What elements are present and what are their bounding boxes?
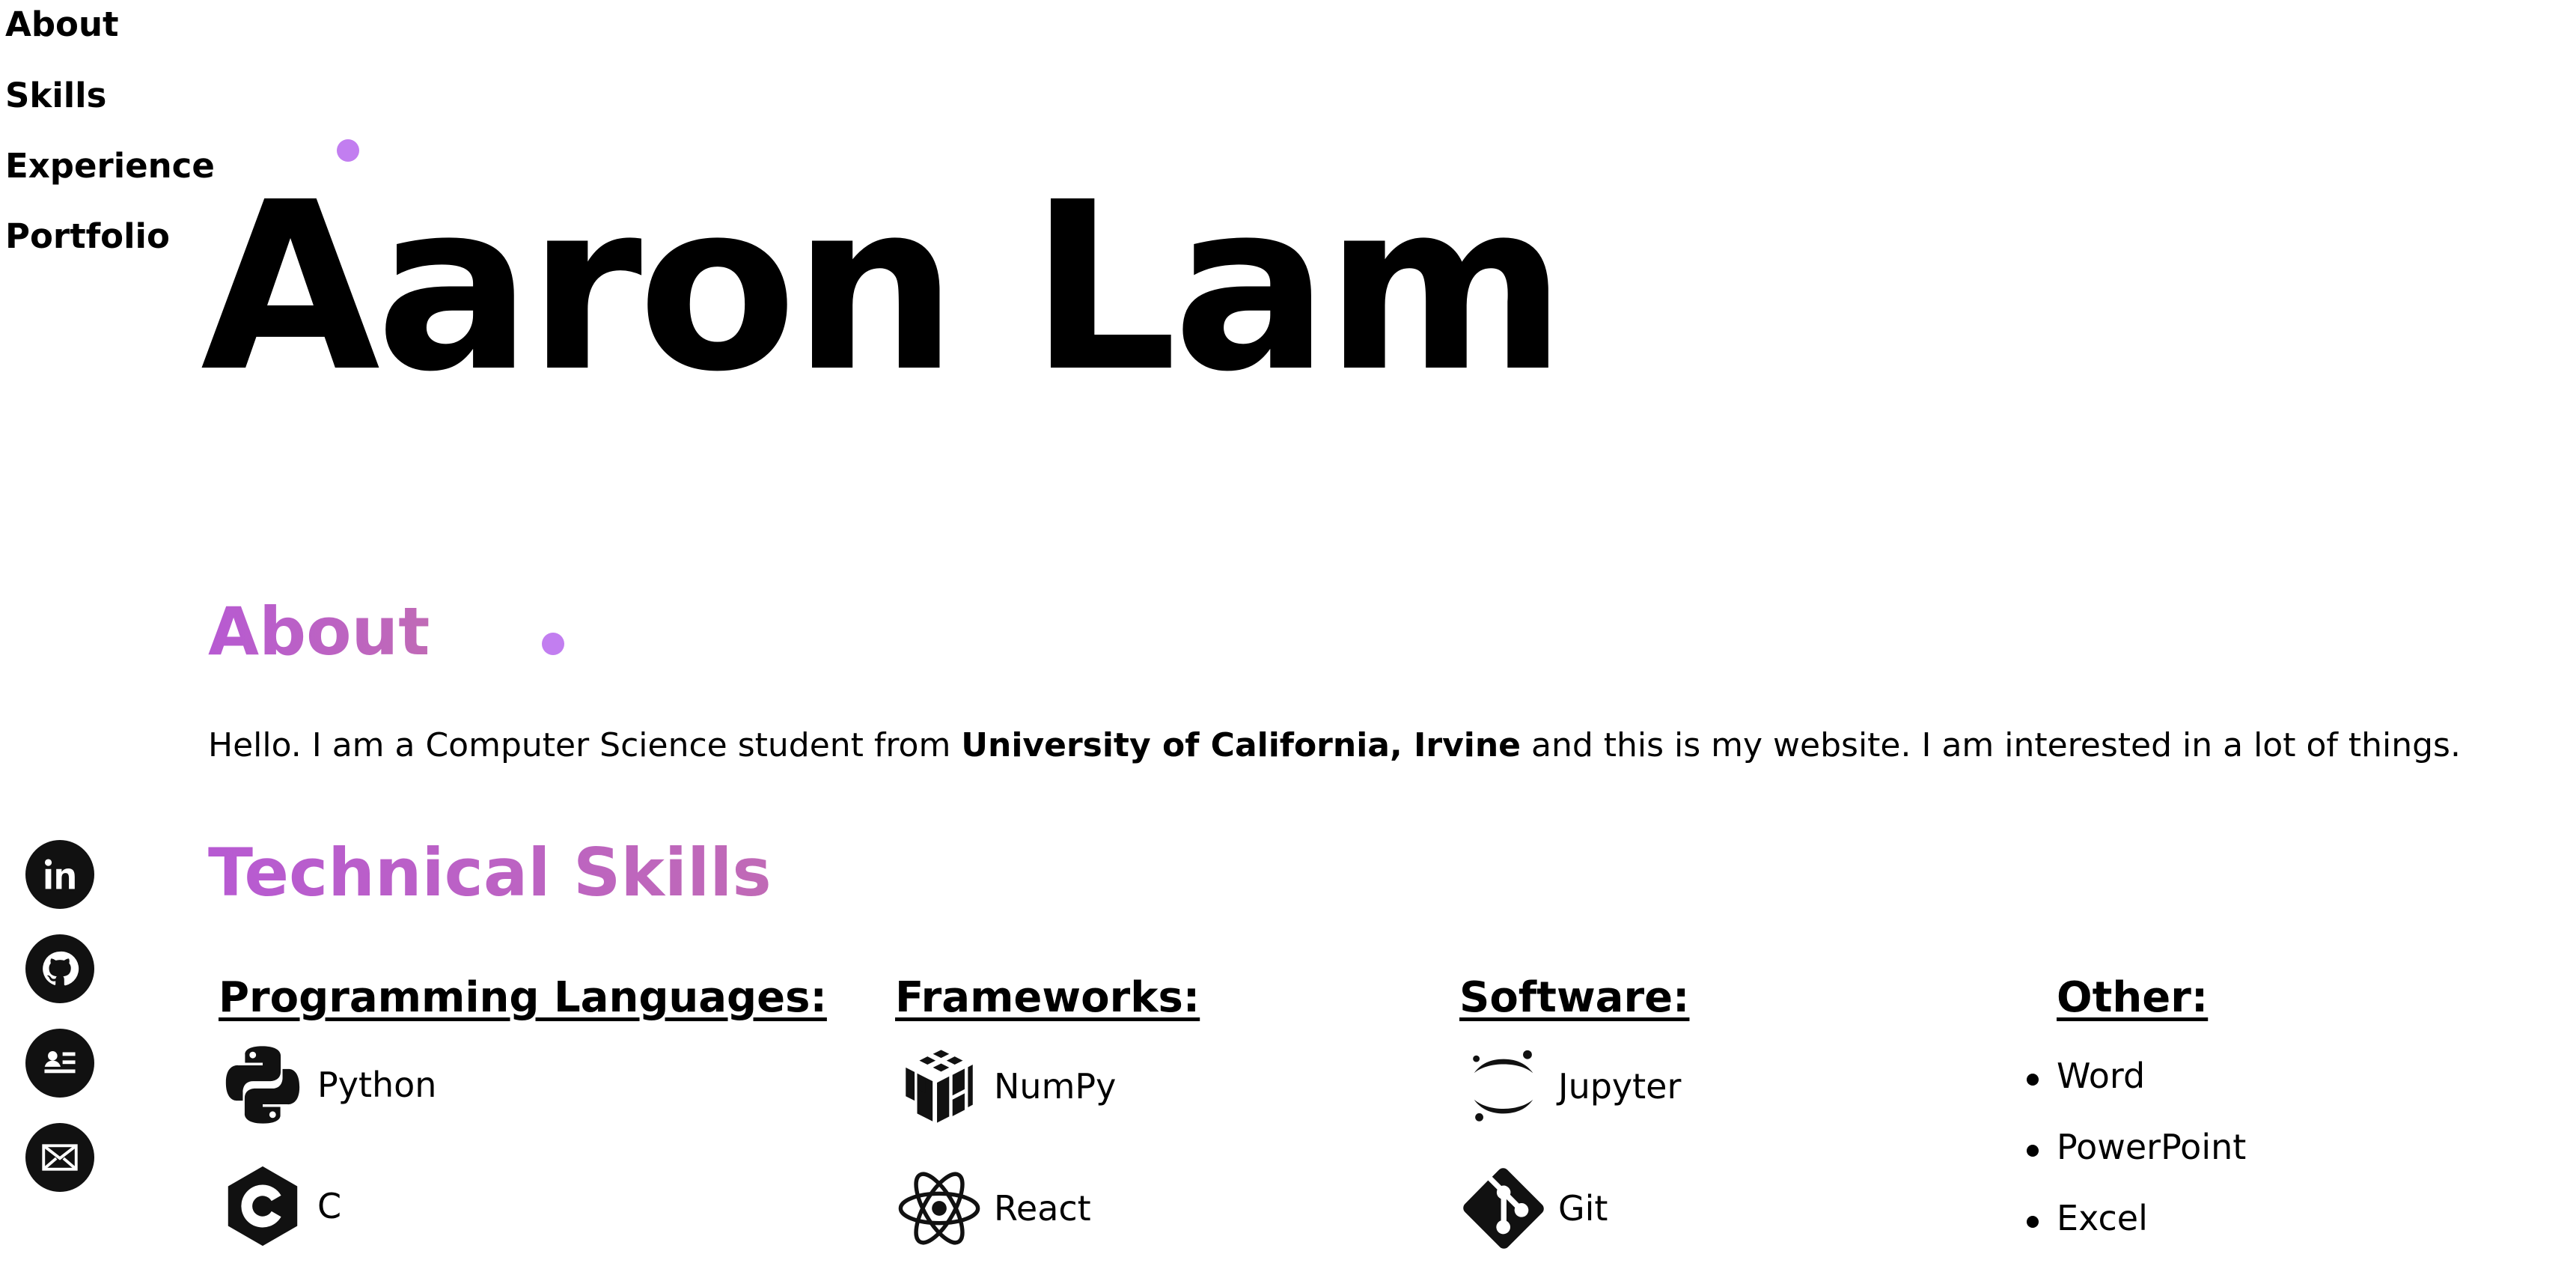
skill-label: Jupyter — [1558, 1066, 1682, 1107]
software-column: Software: Jupyter Git — [1459, 973, 1690, 1249]
other-heading: Other: — [2057, 973, 2209, 1022]
decorative-dot — [542, 633, 564, 655]
skill-label: C — [317, 1186, 342, 1226]
skill-label: Python — [317, 1065, 437, 1105]
skill-item-react: React — [895, 1164, 1091, 1253]
nav-about-link[interactable]: About — [5, 7, 119, 41]
skill-label: React — [994, 1188, 1091, 1229]
nav-experience-link[interactable]: Experience — [5, 149, 215, 183]
resume-icon[interactable] — [25, 1029, 94, 1098]
python-icon — [219, 1041, 307, 1129]
programming-languages-heading: Programming Languages: — [219, 973, 827, 1022]
other-column: Other: Word PowerPoint Excel — [2026, 973, 2246, 1238]
hero-name: Aaron Lam — [201, 153, 1566, 423]
about-heading: About — [208, 593, 430, 670]
list-item: Word — [2026, 1056, 2246, 1127]
numpy-icon — [895, 1042, 983, 1130]
about-text-part: Hello. I am a Computer Science student f… — [208, 726, 962, 764]
nav-portfolio-link[interactable]: Portfolio — [5, 219, 170, 253]
skill-item-numpy: NumPy — [895, 1042, 1116, 1130]
list-item: PowerPoint — [2026, 1127, 2246, 1198]
skill-item-jupyter: Jupyter — [1459, 1042, 1681, 1130]
skill-item-git: Git — [1459, 1164, 1608, 1253]
frameworks-column: Frameworks: NumPy React — [895, 973, 1200, 1245]
github-icon[interactable] — [25, 934, 94, 1003]
list-item: Excel — [2026, 1198, 2246, 1269]
skill-item-c: C — [219, 1162, 341, 1250]
c-language-icon — [219, 1162, 307, 1250]
university-name: University of California, Irvine — [961, 726, 1521, 764]
software-heading: Software: — [1459, 973, 1690, 1022]
skill-label: Git — [1558, 1188, 1608, 1229]
react-icon — [895, 1164, 983, 1253]
programming-languages-column: Programming Languages: Python C — [219, 973, 827, 1247]
git-icon — [1459, 1164, 1548, 1253]
nav-skills-link[interactable]: Skills — [5, 79, 106, 112]
skill-item-python: Python — [219, 1041, 436, 1129]
email-icon[interactable] — [25, 1123, 94, 1192]
other-skills-list: Word PowerPoint Excel — [2026, 1056, 2246, 1269]
about-text-part: and this is my website. I am interested … — [1521, 726, 2461, 764]
jupyter-icon — [1459, 1042, 1548, 1130]
technical-skills-heading: Technical Skills — [208, 834, 772, 911]
frameworks-heading: Frameworks: — [895, 973, 1200, 1022]
about-paragraph: Hello. I am a Computer Science student f… — [208, 726, 2528, 766]
linkedin-icon[interactable] — [25, 840, 94, 909]
skill-label: NumPy — [994, 1066, 1117, 1107]
